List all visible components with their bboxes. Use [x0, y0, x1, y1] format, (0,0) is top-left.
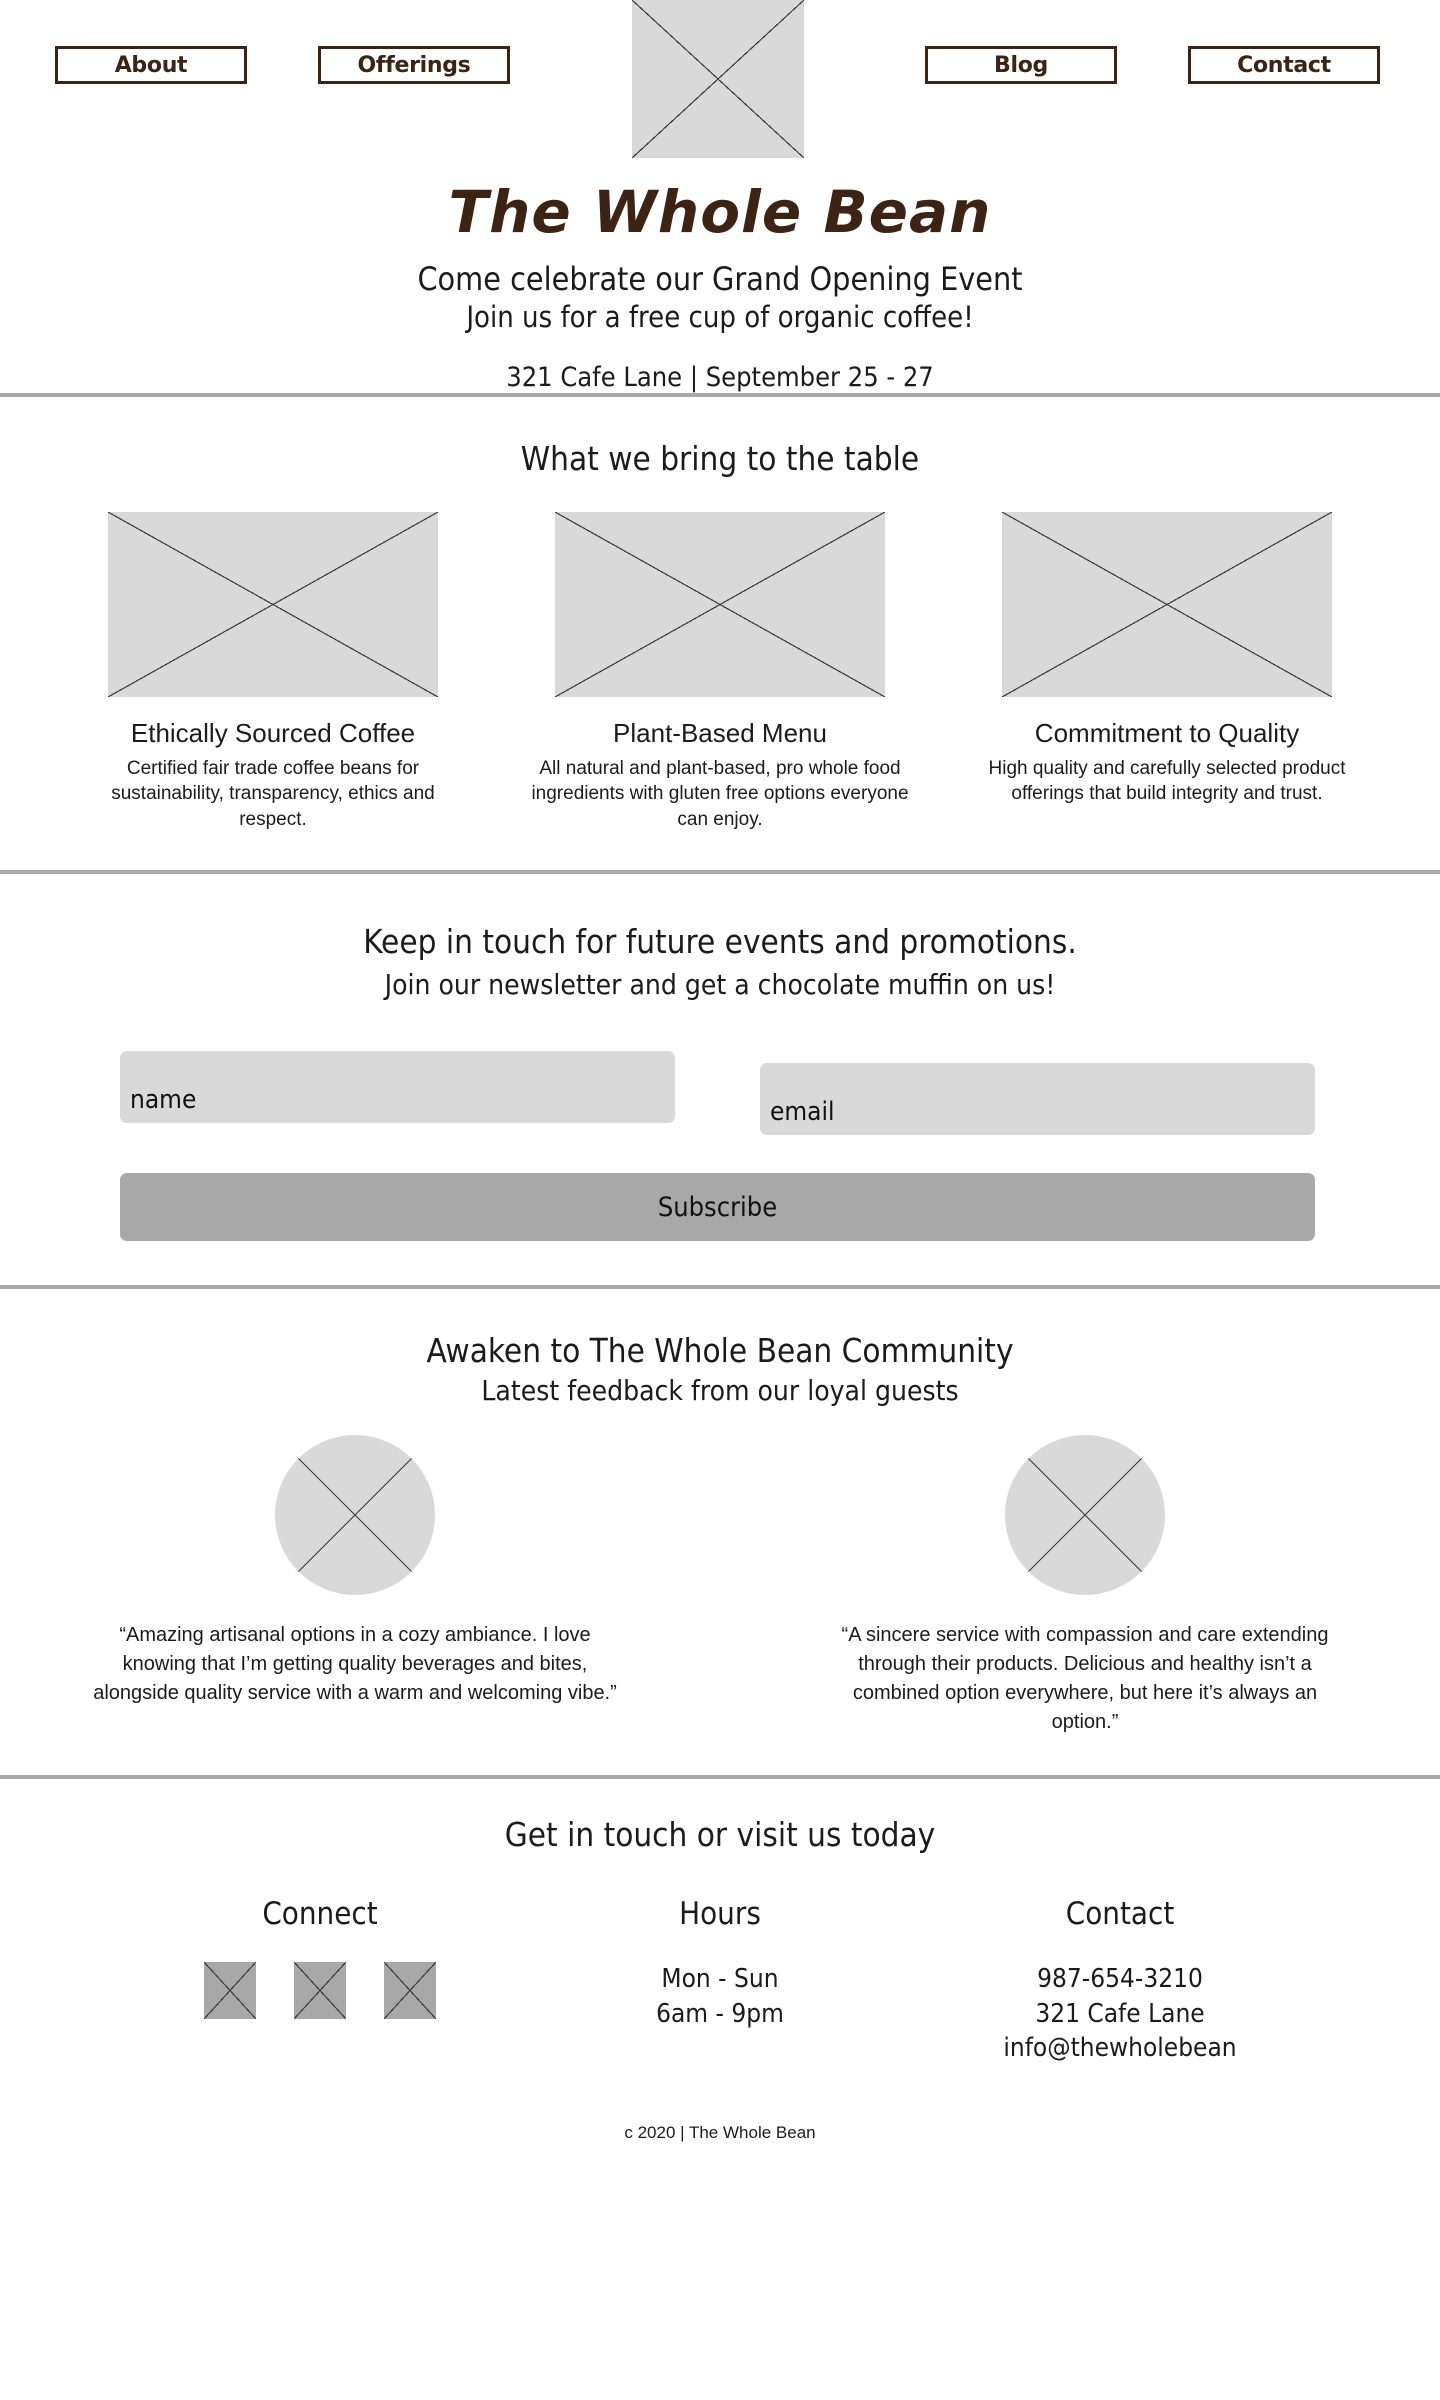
email-input[interactable]: email: [760, 1063, 1315, 1136]
landing-page: About Offerings Blog Contact The Whole B…: [0, 0, 1440, 2400]
testimonial-quote: “Amazing artisanal options in a cozy amb…: [93, 1624, 617, 1705]
features-section: What we bring to the table Ethically Sou…: [0, 397, 1440, 870]
social-links: [120, 1962, 520, 2020]
avatar: [275, 1435, 435, 1596]
feature-card: Commitment to Quality High quality and c…: [972, 511, 1362, 832]
footer-contact-email[interactable]: info@thewholebean: [920, 2031, 1320, 2065]
nav-link-contact[interactable]: Contact: [1188, 46, 1380, 84]
nav-link-contact-label: Contact: [1237, 52, 1331, 78]
testimonial-card: “A sincere service with compassion and c…: [820, 1435, 1350, 1737]
feature-image-placeholder: [1002, 511, 1332, 697]
footer-column-connect: Connect: [120, 1896, 520, 2065]
footer-heading: Get in touch or visit us today: [504, 1815, 936, 1855]
testimonials-heading: Awaken to The Whole Bean Community: [426, 1331, 1014, 1371]
newsletter-section: Keep in touch for future events and prom…: [0, 874, 1440, 1286]
footer-contact-address: 321 Cafe Lane: [1035, 1998, 1205, 2029]
hero-section: The Whole Bean Come celebrate our Grand …: [0, 160, 1440, 393]
avatar: [1005, 1435, 1165, 1596]
testimonials-section: Awaken to The Whole Bean Community Lates…: [0, 1289, 1440, 1775]
site-header: About Offerings Blog Contact: [0, 0, 1440, 160]
testimonials-subheading: Latest feedback from our loyal guests: [481, 1374, 959, 1408]
footer-hours-title: Hours: [679, 1896, 761, 1933]
feature-card-body: High quality and carefully selected prod…: [988, 758, 1346, 805]
footer-column-contact: Contact 987-654-3210 321 Cafe Lane info@…: [920, 1896, 1320, 2065]
social-icon-3[interactable]: [384, 1962, 436, 2020]
nav-link-offerings[interactable]: Offerings: [318, 46, 510, 84]
footer-columns: Connect Hours Mon - Sun 6am - 9pm Contac…: [0, 1896, 1440, 2065]
nav-link-blog-label: Blog: [994, 52, 1048, 78]
newsletter-form: name email Subscribe: [0, 1033, 1440, 1242]
footer-contact-title: Contact: [1065, 1896, 1175, 1933]
features-row: Ethically Sourced Coffee Certified fair …: [0, 511, 1440, 832]
feature-card: Ethically Sourced Coffee Certified fair …: [78, 511, 468, 832]
footer-hours-days: Mon - Sun: [661, 1964, 779, 1995]
feature-card-body: All natural and plant-based, pro whole f…: [531, 758, 909, 830]
site-title: The Whole Bean: [448, 178, 992, 246]
nav-link-about-label: About: [114, 52, 188, 78]
hero-headline: Come celebrate our Grand Opening Event: [417, 259, 1023, 298]
hero-event-details: 321 Cafe Lane | September 25 - 27: [506, 361, 934, 393]
name-input-placeholder: name: [130, 1085, 197, 1116]
features-heading: What we bring to the table: [520, 438, 920, 478]
nav-link-blog[interactable]: Blog: [925, 46, 1117, 84]
name-input[interactable]: name: [120, 1051, 675, 1124]
feature-card-title: Plant-Based Menu: [613, 717, 827, 748]
newsletter-subheading: Join our newsletter and get a chocolate …: [384, 968, 1056, 1002]
feature-card: Plant-Based Menu All natural and plant-b…: [525, 511, 915, 832]
email-input-placeholder: email: [770, 1097, 835, 1128]
testimonial-card: “Amazing artisanal options in a cozy amb…: [90, 1435, 620, 1737]
feature-card-title: Ethically Sourced Coffee: [130, 717, 416, 748]
nav-link-about[interactable]: About: [55, 46, 247, 84]
testimonials-row: “Amazing artisanal options in a cozy amb…: [0, 1435, 1440, 1737]
social-icon-2[interactable]: [294, 1962, 346, 2020]
copyright: c 2020 | The Whole Bean: [624, 2123, 816, 2143]
feature-card-title: Commitment to Quality: [1034, 717, 1300, 748]
footer-connect-title: Connect: [262, 1896, 378, 1933]
hero-subheadline: Join us for a free cup of organic coffee…: [466, 299, 974, 334]
subscribe-button-label: Subscribe: [657, 1191, 778, 1223]
nav-link-offerings-label: Offerings: [357, 52, 471, 78]
feature-image-placeholder: [555, 511, 885, 697]
newsletter-heading: Keep in touch for future events and prom…: [363, 921, 1077, 961]
subscribe-button[interactable]: Subscribe: [120, 1173, 1315, 1242]
feature-image-placeholder: [108, 511, 438, 697]
footer-column-hours: Hours Mon - Sun 6am - 9pm: [520, 1896, 920, 2065]
logo-image-placeholder[interactable]: [632, 0, 804, 158]
social-icon-1[interactable]: [204, 1962, 256, 2020]
footer-hours-times: 6am - 9pm: [656, 1998, 784, 2029]
feature-card-body: Certified fair trade coffee beans for su…: [111, 758, 435, 830]
site-footer: Get in touch or visit us today Connect H…: [0, 1779, 1440, 2143]
testimonial-quote: “A sincere service with compassion and c…: [841, 1624, 1329, 1734]
footer-contact-phone[interactable]: 987-654-3210: [920, 1962, 1320, 1996]
